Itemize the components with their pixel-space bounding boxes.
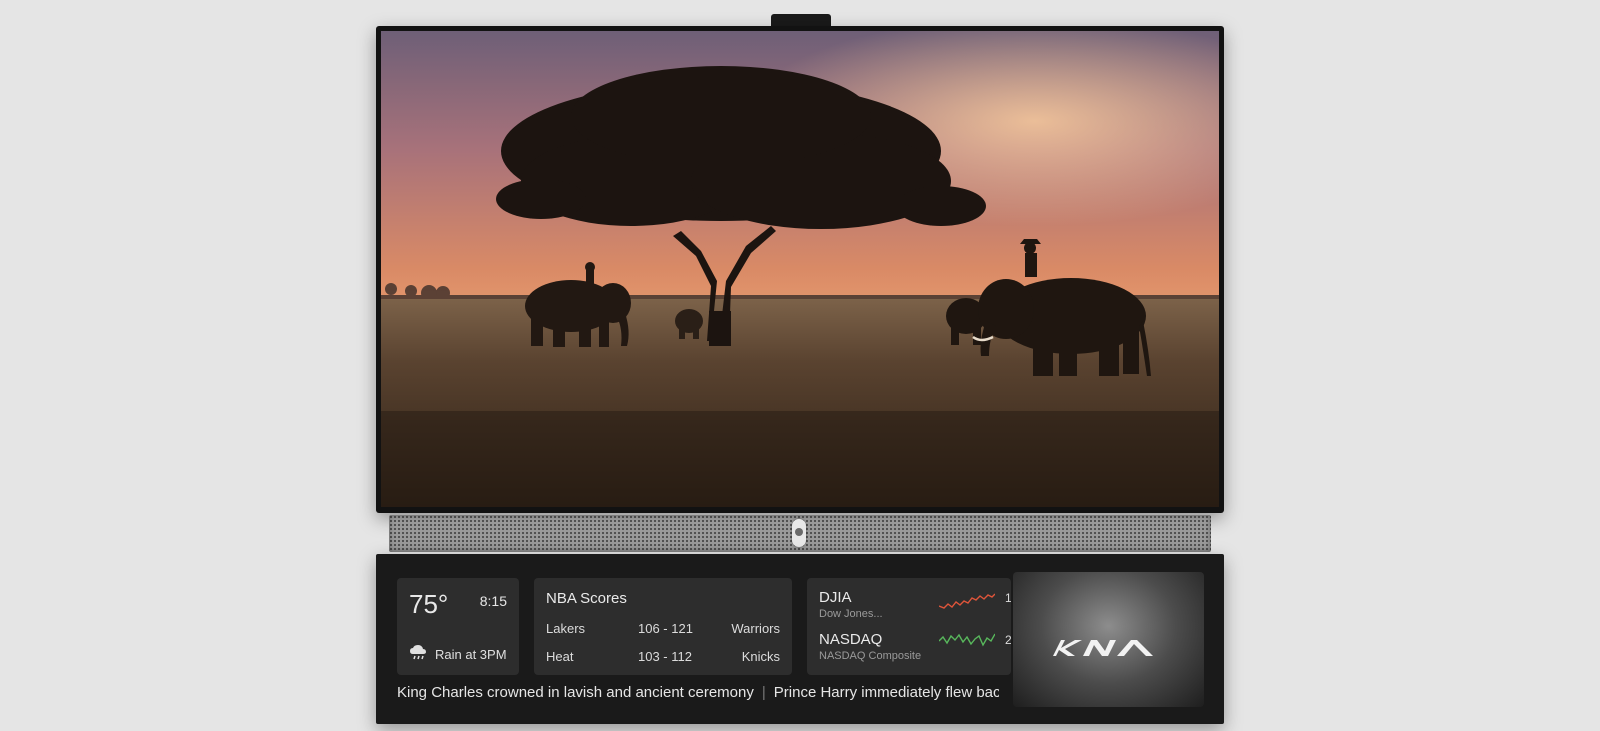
stock-item-nasdaq: NASDAQ NASDAQ Composite bbox=[819, 631, 921, 662]
stock-symbol: NASDAQ bbox=[819, 631, 883, 648]
game-score: 103 - 112 bbox=[638, 649, 692, 664]
game-row: Heat 103 - 112 Knicks bbox=[546, 649, 780, 667]
headline: Prince Harry immediately flew back bbox=[773, 684, 999, 701]
home-team: Lakers bbox=[546, 621, 586, 636]
rain-cloud-icon bbox=[409, 644, 427, 665]
weather-temperature: 75° bbox=[409, 589, 449, 619]
stock-name: NASDAQ Composite bbox=[819, 650, 922, 662]
stock-value-clipped: 1 bbox=[1005, 591, 1011, 605]
info-panel: 75° 8:15 Rain at 3PM NBA Scores Lakers 1… bbox=[376, 554, 1224, 724]
stocks-card[interactable]: DJIA Dow Jones... 1 NASDAQ NASDAQ Compos… bbox=[807, 578, 1011, 675]
camera-lens bbox=[792, 519, 806, 547]
stock-symbol: DJIA bbox=[819, 589, 852, 606]
weather-card[interactable]: 75° 8:15 Rain at 3PM bbox=[397, 578, 519, 675]
screen-wallpaper bbox=[381, 31, 1219, 507]
kia-logo bbox=[1053, 640, 1153, 656]
djia-sparkline bbox=[939, 593, 995, 609]
game-score: 106 - 121 bbox=[638, 621, 693, 636]
clock-time: 8:15 bbox=[479, 593, 507, 609]
away-team: Knicks bbox=[741, 649, 780, 664]
home-team: Heat bbox=[546, 649, 574, 664]
kia-ad-tile[interactable] bbox=[1013, 572, 1204, 707]
nba-title: NBA Scores bbox=[546, 590, 627, 607]
stock-item-djia: DJIA Dow Jones... bbox=[819, 589, 883, 620]
away-team: Warriors bbox=[731, 621, 780, 636]
weather-forecast: Rain at 3PM bbox=[435, 647, 507, 662]
stock-name: Dow Jones... bbox=[819, 608, 883, 620]
game-row: Lakers 106 - 121 Warriors bbox=[546, 621, 780, 639]
ticker-separator: | bbox=[761, 684, 766, 701]
headline: King Charles crowned in lavish and ancie… bbox=[397, 684, 754, 701]
nasdaq-sparkline bbox=[939, 633, 995, 647]
speaker-bar bbox=[389, 515, 1211, 552]
tv-frame bbox=[376, 26, 1224, 513]
stock-value-clipped: 2 bbox=[1005, 633, 1011, 647]
news-ticker[interactable]: King Charles crowned in lavish and ancie… bbox=[397, 684, 999, 704]
nba-scores-card[interactable]: NBA Scores Lakers 106 - 121 Warriors Hea… bbox=[534, 578, 792, 675]
